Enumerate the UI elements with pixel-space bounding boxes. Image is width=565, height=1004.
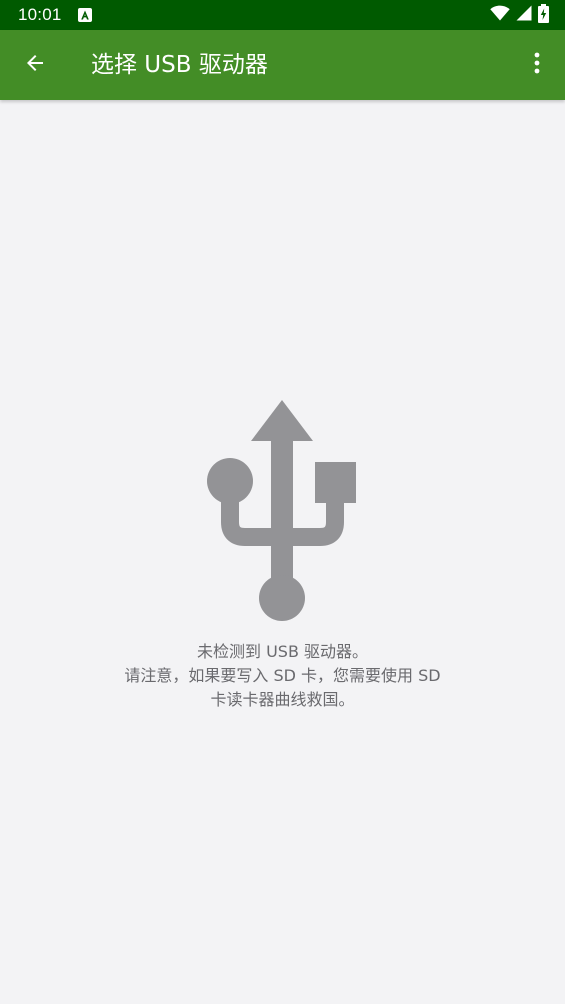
status-bar: 10:01 xyxy=(0,0,565,30)
cell-signal-icon xyxy=(516,5,532,25)
usb-icon xyxy=(205,400,357,622)
empty-message: 未检测到 USB 驱动器。 请注意，如果要写入 SD 卡，您需要使用 SD 卡读… xyxy=(60,640,505,712)
overflow-menu-button[interactable] xyxy=(519,41,555,89)
empty-message-line-2: 请注意，如果要写入 SD 卡，您需要使用 SD xyxy=(124,666,441,685)
wifi-icon xyxy=(490,5,510,25)
empty-message-line-3: 卡读卡器曲线救国。 xyxy=(210,690,355,709)
arrow-back-icon xyxy=(23,51,47,79)
empty-state: 未检测到 USB 驱动器。 请注意，如果要写入 SD 卡，您需要使用 SD 卡读… xyxy=(0,100,565,1004)
notification-a-icon xyxy=(78,8,92,22)
page-title: 选择 USB 驱动器 xyxy=(91,52,268,78)
back-button[interactable] xyxy=(12,41,58,89)
app-bar: 选择 USB 驱动器 xyxy=(0,30,565,100)
more-vert-icon xyxy=(533,52,541,78)
empty-message-line-1: 未检测到 USB 驱动器。 xyxy=(196,642,369,661)
battery-charging-icon xyxy=(538,3,549,27)
status-icons xyxy=(490,3,549,27)
status-time: 10:01 xyxy=(18,5,62,24)
